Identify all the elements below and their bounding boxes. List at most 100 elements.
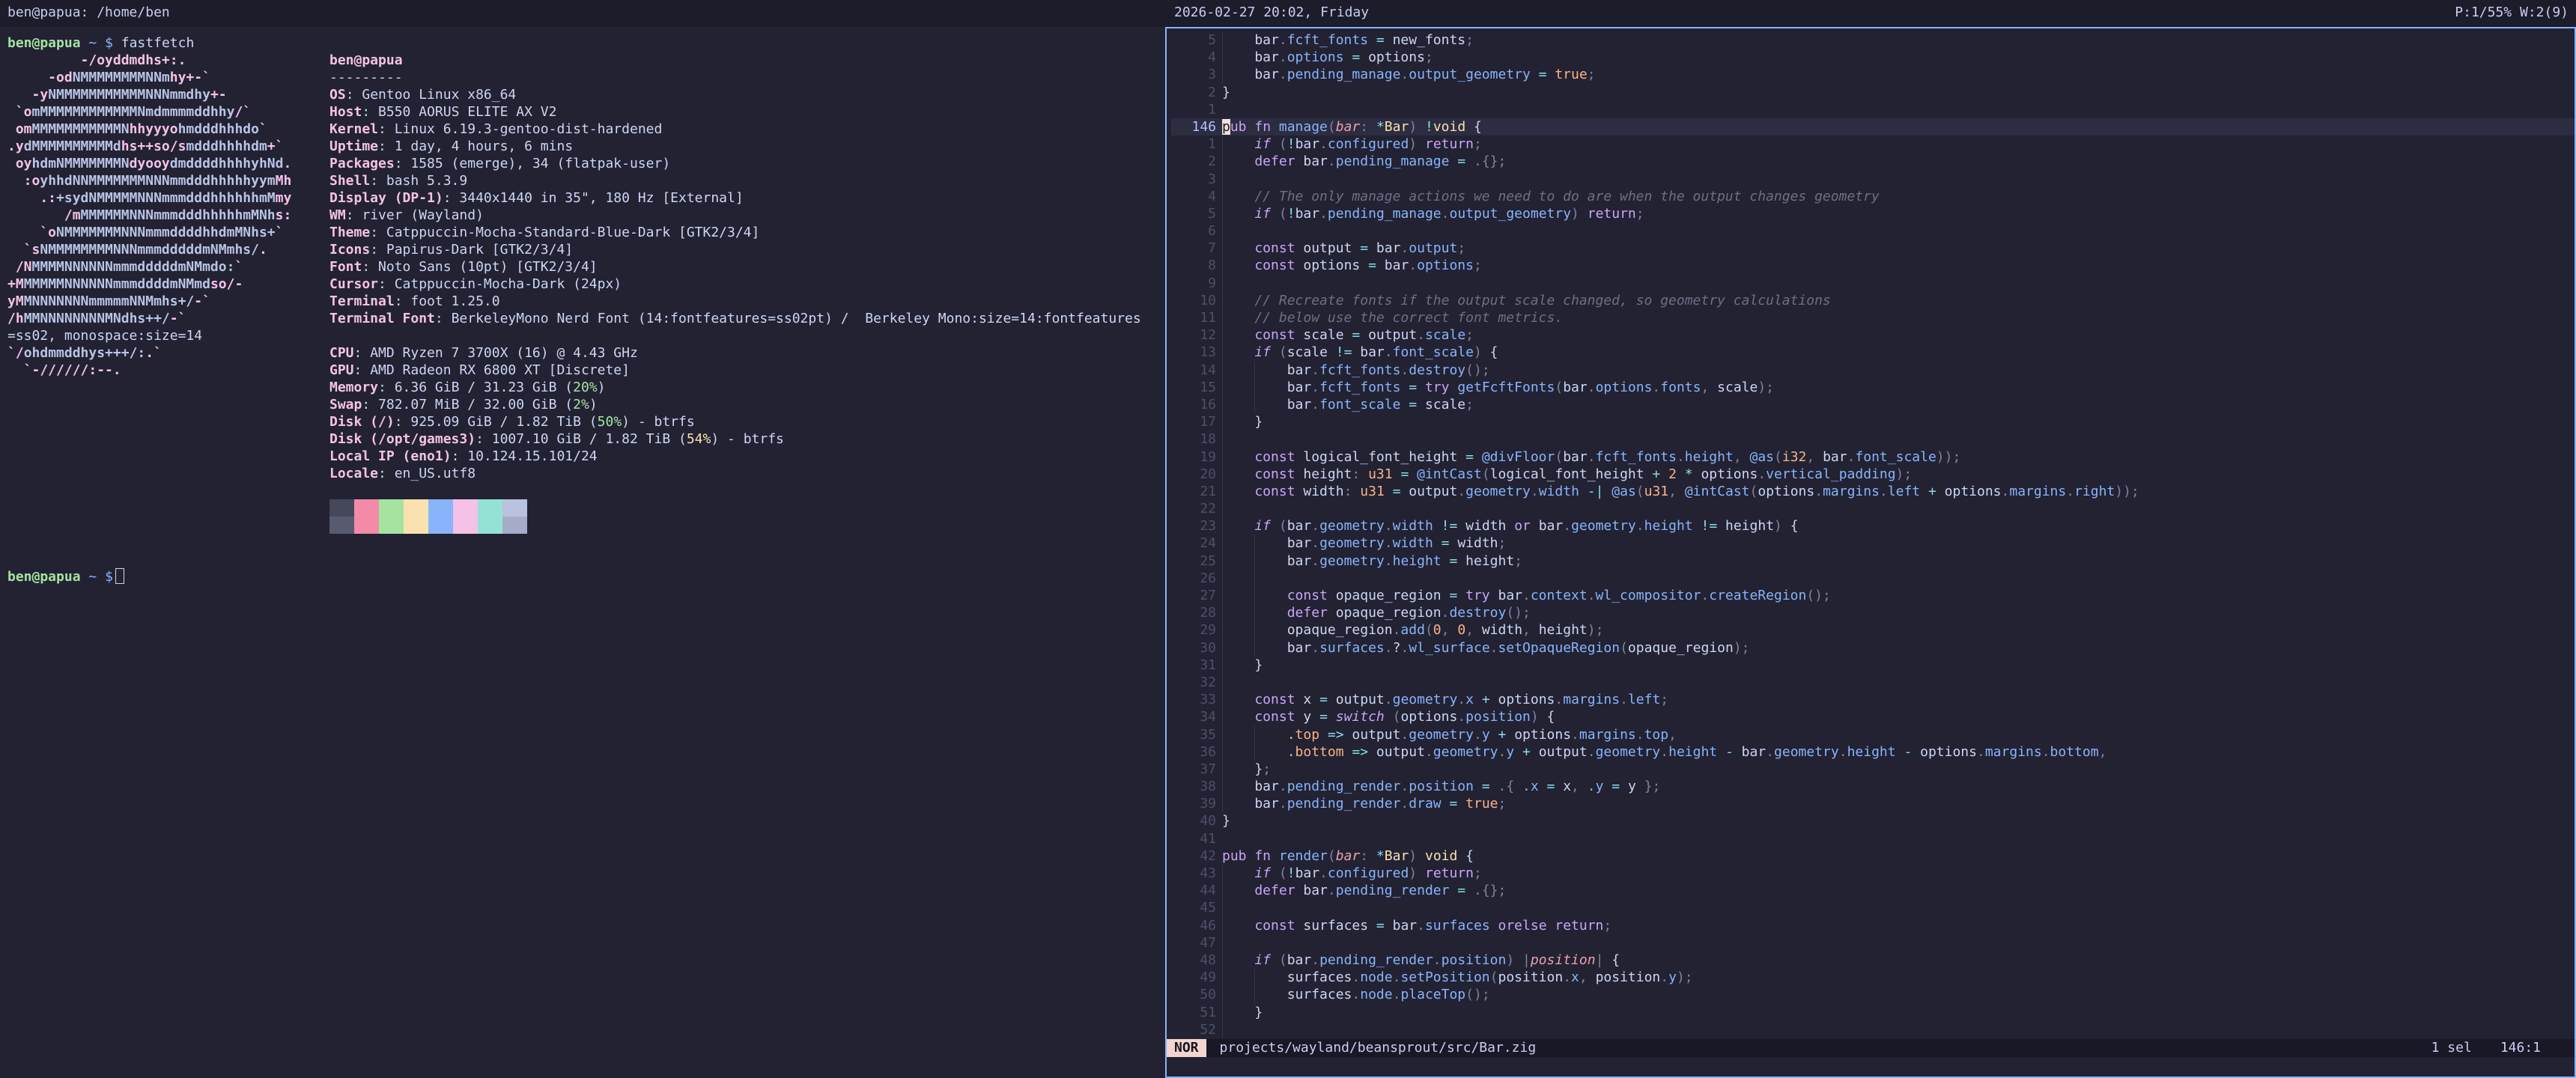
code-line[interactable]: 22 [1171, 500, 2575, 517]
code-line[interactable]: 4 // The only manage actions we need to … [1171, 188, 2575, 205]
code-line[interactable]: 44 defer bar.pending_render = .{}; [1171, 882, 2575, 899]
code-line[interactable]: 6 [1171, 222, 2575, 240]
palette-block [329, 499, 354, 517]
indent-guide [1222, 865, 1223, 882]
code-line[interactable]: 2} [1171, 84, 2575, 101]
indent-guide [1222, 934, 1223, 951]
line-number: 46 [1171, 917, 1216, 934]
code-line[interactable]: 30 bar.surfaces.?.wl_surface.setOpaqueRe… [1171, 639, 2575, 657]
code-line[interactable]: 11 // below use the correct font metrics… [1171, 309, 2575, 326]
code-line[interactable]: 19 const logical_font_height = @divFloor… [1171, 448, 2575, 466]
indent-guide [1222, 604, 1223, 621]
indent-guide [1222, 135, 1223, 153]
palette-block [404, 499, 428, 517]
indent-guide [1254, 986, 1255, 1003]
info-row: --------- [329, 69, 403, 86]
info-row: Disk (/opt/games3): 1007.10 GiB / 1.82 T… [329, 430, 784, 448]
code-text: pub fn manage(bar: *Bar) !void { [1222, 118, 2575, 135]
indent-guide [1222, 483, 1223, 500]
line-number: 36 [1171, 743, 1216, 761]
code-line[interactable]: 15 bar.fcft_fonts = try getFcftFonts(bar… [1171, 379, 2575, 396]
code-line[interactable]: 33 const x = output.geometry.x + options… [1171, 691, 2575, 708]
code-line[interactable]: 46 const surfaces = bar.surfaces orelse … [1171, 917, 2575, 934]
code-text: } [1222, 84, 2575, 101]
code-line[interactable]: 146pub fn manage(bar: *Bar) !void { [1171, 118, 2575, 135]
code-line[interactable]: 50 surfaces.node.placeTop(); [1171, 986, 2575, 1003]
indent-guide [1222, 153, 1223, 170]
info-row: WM: river (Wayland) [329, 207, 484, 224]
code-line[interactable]: 20 const height: u31 = @intCast(logical_… [1171, 466, 2575, 483]
fastfetch-logo: -/oyddmdhs+:. -odNMMMMMMMMNNmhy+-` -yNMM… [7, 52, 1161, 379]
indent-guide [1222, 621, 1223, 639]
code-text: // Recreate fonts if the output scale ch… [1222, 292, 2575, 309]
code-line[interactable]: 29 opaque_region.add(0, 0, width, height… [1171, 621, 2575, 639]
indent-guide [1222, 639, 1223, 657]
code-line[interactable]: 5 if (!bar.pending_manage.output_geometr… [1171, 205, 2575, 222]
code-line[interactable]: 41 [1171, 830, 2575, 847]
cursor-position: 146:1 [2500, 1040, 2541, 1056]
code-text [1222, 934, 2575, 951]
code-line[interactable]: 24 bar.geometry.width = width; [1171, 535, 2575, 552]
code-line[interactable]: 10 // Recreate fonts if the output scale… [1171, 292, 2575, 309]
code-line[interactable]: 52 [1171, 1021, 2575, 1038]
code-line[interactable]: 40} [1171, 812, 2575, 829]
code-line[interactable]: 51 } [1171, 1004, 2575, 1021]
code-line[interactable]: 8 const options = bar.options; [1171, 257, 2575, 274]
indent-guide [1222, 778, 1223, 795]
info-row: Shell: bash 5.3.9 [329, 172, 467, 189]
code-line[interactable]: 31 } [1171, 657, 2575, 674]
code-line[interactable]: 1 if (!bar.configured) return; [1171, 135, 2575, 153]
code-line[interactable]: 21 const width: u31 = output.geometry.wi… [1171, 483, 2575, 500]
code-line[interactable]: 37 }; [1171, 761, 2575, 778]
code-line[interactable]: 14 bar.fcft_fonts.destroy(); [1171, 362, 2575, 379]
line-number: 37 [1171, 761, 1216, 778]
code-line[interactable]: 7 const output = bar.output; [1171, 240, 2575, 257]
mode-indicator: NOR [1167, 1039, 1206, 1057]
code-line[interactable]: 3 [1171, 171, 2575, 188]
code-line[interactable]: 42pub fn render(bar: *Bar) void { [1171, 847, 2575, 865]
code-line[interactable]: 27 const opaque_region = try bar.context… [1171, 587, 2575, 604]
code-line[interactable]: 49 surfaces.node.setPosition(position.x,… [1171, 969, 2575, 986]
code-line[interactable]: 2 defer bar.pending_manage = .{}; [1171, 153, 2575, 170]
code-line[interactable]: 39 bar.pending_render.draw = true; [1171, 795, 2575, 812]
code-line[interactable]: 13 if (scale != bar.font_scale) { [1171, 344, 2575, 361]
code-text: defer opaque_region.destroy(); [1222, 604, 2575, 621]
code-lines[interactable]: 5 bar.fcft_fonts = new_fonts;4 bar.optio… [1167, 28, 2575, 1038]
code-line[interactable]: 12 const scale = output.scale; [1171, 326, 2575, 344]
code-line[interactable]: 34 const y = switch (options.position) { [1171, 708, 2575, 725]
code-line[interactable]: 38 bar.pending_render.position = .{ .x =… [1171, 778, 2575, 795]
palette-block [428, 499, 453, 517]
indent-guide [1222, 657, 1223, 674]
code-line[interactable]: 3 bar.pending_manage.output_geometry = t… [1171, 66, 2575, 83]
code-line[interactable]: 35 .top => output.geometry.y + options.m… [1171, 726, 2575, 743]
editor-window[interactable]: 5 bar.fcft_fonts = new_fonts;4 bar.optio… [1165, 27, 2576, 1078]
code-text [1222, 171, 2575, 188]
code-text: opaque_region.add(0, 0, width, height); [1222, 621, 2575, 639]
code-line[interactable]: 4 bar.options = options; [1171, 49, 2575, 66]
code-line[interactable]: 1 [1171, 101, 2575, 118]
palette-row [329, 499, 527, 517]
code-line[interactable]: 17 } [1171, 413, 2575, 430]
code-line[interactable]: 9 [1171, 275, 2575, 292]
code-line[interactable]: 47 [1171, 934, 2575, 951]
code-line[interactable]: 36 .bottom => output.geometry.y + output… [1171, 743, 2575, 761]
code-line[interactable]: 43 if (!bar.configured) return; [1171, 865, 2575, 882]
code-line[interactable]: 26 [1171, 570, 2575, 587]
code-line[interactable]: 28 defer opaque_region.destroy(); [1171, 604, 2575, 621]
code-line[interactable]: 45 [1171, 899, 2575, 916]
shell-prompt-input[interactable]: ben@papua ~ $ [7, 568, 124, 585]
line-number: 7 [1171, 240, 1216, 257]
code-line[interactable]: 5 bar.fcft_fonts = new_fonts; [1171, 31, 2575, 49]
code-line[interactable]: 48 if (bar.pending_render.position) |pos… [1171, 951, 2575, 969]
terminal-pane[interactable]: ben@papua ~ $ fastfetch -/oyddmdhs+:. -o… [7, 34, 1161, 379]
code-line[interactable]: 32 [1171, 674, 2575, 691]
code-line[interactable]: 25 bar.geometry.height = height; [1171, 552, 2575, 570]
code-line[interactable]: 16 bar.font_scale = scale; [1171, 396, 2575, 413]
line-number: 11 [1171, 309, 1216, 326]
code-text: const y = switch (options.position) { [1222, 708, 2575, 725]
code-line[interactable]: 23 if (bar.geometry.width != width or ba… [1171, 517, 2575, 535]
code-text: const height: u31 = @intCast(logical_fon… [1222, 466, 2575, 483]
line-number: 24 [1171, 535, 1216, 552]
code-line[interactable]: 18 [1171, 430, 2575, 448]
info-row: ben@papua [329, 52, 403, 69]
